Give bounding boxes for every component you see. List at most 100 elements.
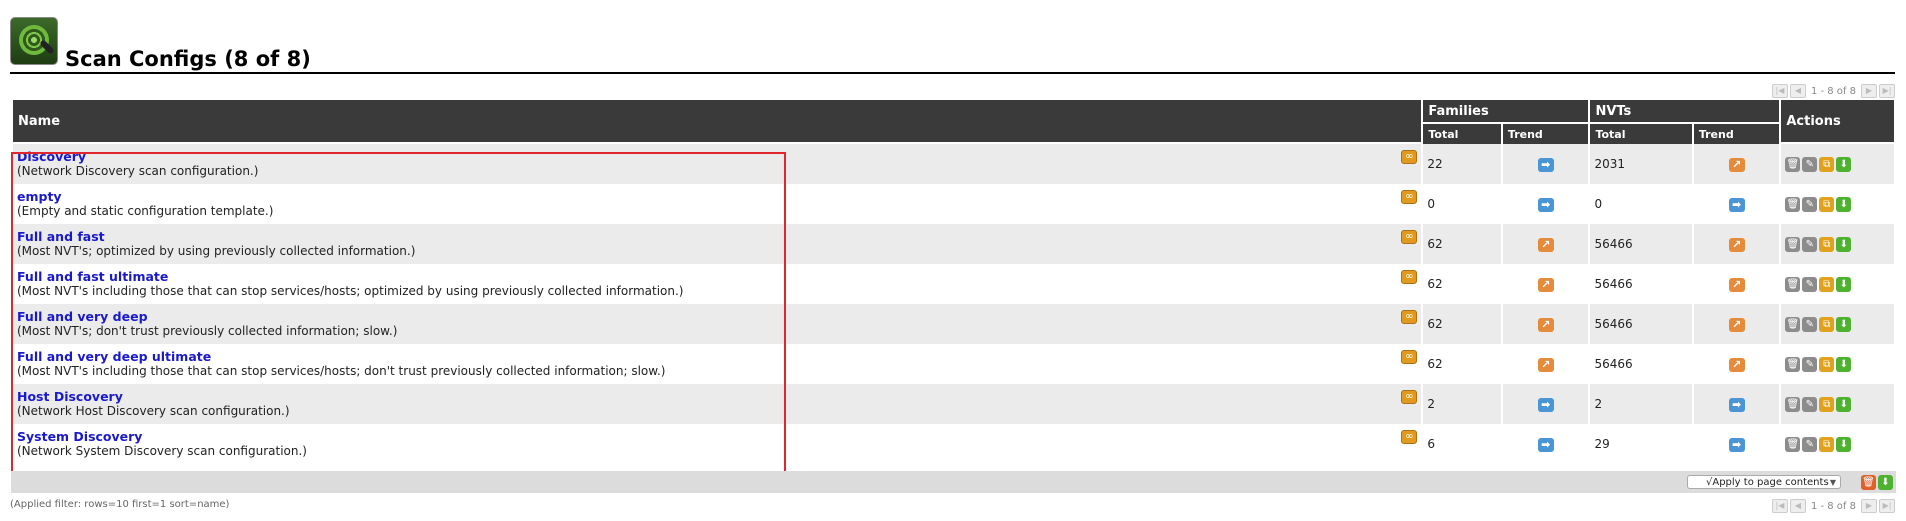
pagination-top: |◀ ◀ 1 - 8 of 8 ▶ ▶|: [1771, 84, 1895, 98]
nvts-trend: ↗: [1693, 344, 1780, 384]
trend-up-icon: ↗: [1728, 237, 1745, 252]
trash-icon[interactable]: 🗑: [1785, 196, 1801, 212]
link-icon[interactable]: ∞: [1401, 190, 1418, 204]
scan-config-icon: [10, 17, 58, 65]
export-icon[interactable]: ⬇: [1836, 196, 1852, 212]
families-trend: ↗: [1502, 344, 1589, 384]
nvts-total: 56466: [1590, 264, 1692, 304]
trash-icon[interactable]: 🗑: [1785, 396, 1801, 412]
last-page-icon[interactable]: ▶|: [1879, 499, 1895, 513]
link-icon[interactable]: ∞: [1401, 230, 1418, 244]
link-icon[interactable]: ∞: [1401, 350, 1418, 364]
nvts-trend: ↗: [1693, 224, 1780, 264]
bulk-export-icon[interactable]: ⬇: [1878, 475, 1893, 490]
nvts-total: 2031: [1590, 144, 1692, 184]
name-cell: empty (Empty and static configuration te…: [13, 184, 1422, 224]
link-icon[interactable]: ∞: [1401, 310, 1418, 324]
table-footer: √Apply to page contents ▼ 🗑 ⬇: [11, 471, 1896, 493]
trash-icon[interactable]: 🗑: [1785, 316, 1801, 332]
export-icon[interactable]: ⬇: [1836, 156, 1852, 172]
trash-icon[interactable]: 🗑: [1785, 436, 1801, 452]
table-row: empty (Empty and static configuration te…: [13, 184, 1894, 224]
export-icon[interactable]: ⬇: [1836, 316, 1852, 332]
actions-cell: 🗑 ✎ ⧉ ⬇: [1781, 344, 1894, 384]
trend-up-icon: ↗: [1537, 317, 1554, 332]
nvts-total: 2: [1590, 384, 1692, 424]
families-trend: ➡: [1502, 384, 1589, 424]
link-icon[interactable]: ∞: [1401, 430, 1418, 444]
trash-icon[interactable]: 🗑: [1785, 236, 1801, 252]
export-icon[interactable]: ⬇: [1836, 436, 1852, 452]
export-icon[interactable]: ⬇: [1836, 356, 1852, 372]
column-header-nvts-trend[interactable]: Trend: [1693, 124, 1780, 144]
nvts-total: 56466: [1590, 304, 1692, 344]
name-cell: Full and very deep ultimate (Most NVT's …: [13, 344, 1422, 384]
column-header-families-total[interactable]: Total: [1423, 124, 1501, 144]
actions-cell: 🗑 ✎ ⧉ ⬇: [1781, 264, 1894, 304]
edit-icon[interactable]: ✎: [1802, 156, 1818, 172]
nvts-total: 56466: [1590, 344, 1692, 384]
nvts-trend: ➡: [1693, 184, 1780, 224]
link-icon[interactable]: ∞: [1401, 390, 1418, 404]
name-cell: Host Discovery (Network Host Discovery s…: [13, 384, 1422, 424]
column-header-name[interactable]: Name: [13, 100, 1422, 144]
config-name-link[interactable]: Discovery: [17, 149, 1417, 164]
clone-icon[interactable]: ⧉: [1819, 316, 1835, 332]
first-page-icon[interactable]: |◀: [1771, 84, 1788, 98]
config-name-link[interactable]: Host Discovery: [17, 389, 1417, 404]
export-icon[interactable]: ⬇: [1836, 396, 1852, 412]
clone-icon[interactable]: ⧉: [1819, 356, 1835, 372]
trash-icon[interactable]: 🗑: [1785, 356, 1801, 372]
table-row: Host Discovery (Network Host Discovery s…: [13, 384, 1894, 424]
config-name-link[interactable]: empty: [17, 189, 1417, 204]
next-page-icon[interactable]: ▶: [1861, 84, 1877, 98]
column-header-nvts-total[interactable]: Total: [1590, 124, 1692, 144]
config-name-link[interactable]: Full and fast ultimate: [17, 269, 1417, 284]
config-name-link[interactable]: System Discovery: [17, 429, 1417, 444]
edit-icon[interactable]: ✎: [1802, 316, 1818, 332]
apply-to-select-value: √Apply to page contents: [1706, 477, 1829, 488]
edit-icon[interactable]: ✎: [1802, 396, 1818, 412]
trend-up-icon: ↗: [1728, 317, 1745, 332]
pagination-range: 1 - 8 of 8: [1810, 85, 1856, 97]
config-name-link[interactable]: Full and fast: [17, 229, 1417, 244]
config-comment: (Most NVT's; optimized by using previous…: [17, 244, 416, 258]
edit-icon[interactable]: ✎: [1802, 356, 1818, 372]
nvts-trend: ➡: [1693, 384, 1780, 424]
families-total: 22: [1423, 144, 1501, 184]
last-page-icon[interactable]: ▶|: [1879, 84, 1895, 98]
config-name-link[interactable]: Full and very deep ultimate: [17, 349, 1417, 364]
previous-page-icon[interactable]: ◀: [1789, 499, 1806, 513]
trash-icon[interactable]: 🗑: [1785, 156, 1801, 172]
trash-icon[interactable]: 🗑: [1785, 276, 1801, 292]
actions-cell: 🗑 ✎ ⧉ ⬇: [1781, 384, 1894, 424]
link-icon[interactable]: ∞: [1401, 150, 1418, 164]
actions-cell: 🗑 ✎ ⧉ ⬇: [1781, 304, 1894, 344]
table-row: Full and fast (Most NVT's; optimized by …: [13, 224, 1894, 264]
nvts-trend: ↗: [1693, 144, 1780, 184]
link-icon[interactable]: ∞: [1401, 270, 1418, 284]
name-cell: System Discovery (Network System Discove…: [13, 424, 1422, 464]
column-header-families-trend[interactable]: Trend: [1502, 124, 1589, 144]
next-page-icon[interactable]: ▶: [1861, 499, 1877, 513]
edit-icon[interactable]: ✎: [1802, 276, 1818, 292]
clone-icon[interactable]: ⧉: [1819, 436, 1835, 452]
previous-page-icon[interactable]: ◀: [1789, 84, 1806, 98]
pagination-bottom: |◀ ◀ 1 - 8 of 8 ▶ ▶|: [1771, 499, 1895, 513]
export-icon[interactable]: ⬇: [1836, 236, 1852, 252]
first-page-icon[interactable]: |◀: [1771, 499, 1788, 513]
config-name-link[interactable]: Full and very deep: [17, 309, 1417, 324]
clone-icon[interactable]: ⧉: [1819, 276, 1835, 292]
edit-icon[interactable]: ✎: [1802, 436, 1818, 452]
edit-icon[interactable]: ✎: [1802, 236, 1818, 252]
bulk-trash-icon[interactable]: 🗑: [1861, 475, 1876, 490]
edit-icon[interactable]: ✎: [1802, 196, 1818, 212]
apply-to-select[interactable]: √Apply to page contents ▼: [1687, 475, 1841, 489]
export-icon[interactable]: ⬇: [1836, 276, 1852, 292]
trend-same-icon: ➡: [1537, 157, 1554, 172]
trend-up-icon: ↗: [1728, 357, 1745, 372]
clone-icon[interactable]: ⧉: [1819, 156, 1835, 172]
clone-icon[interactable]: ⧉: [1819, 196, 1835, 212]
clone-icon[interactable]: ⧉: [1819, 396, 1835, 412]
clone-icon[interactable]: ⧉: [1819, 236, 1835, 252]
